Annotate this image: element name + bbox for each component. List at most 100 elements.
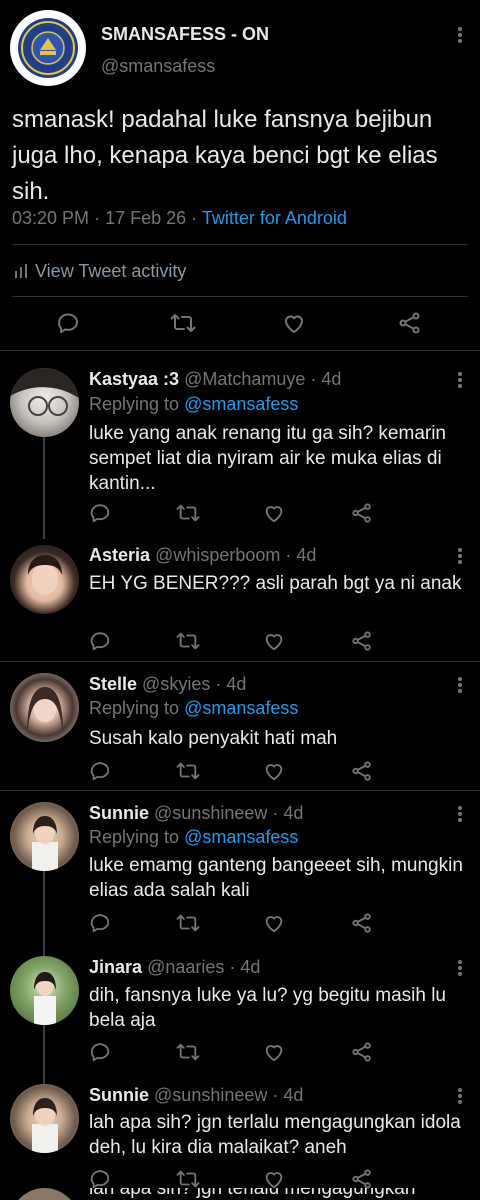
reply-icon[interactable] (89, 630, 111, 652)
reply-age: · 4d (272, 803, 304, 823)
reply-header: Kastyaa :3 @Matchamuye · 4d (89, 369, 341, 390)
avatar[interactable] (10, 545, 79, 614)
tweet-time: 03:20 PM (12, 208, 90, 228)
main-tweet-text: smanask! padahal luke fansnya bejibun ju… (12, 106, 438, 205)
retweet-icon[interactable] (176, 630, 200, 652)
avatar-photo (32, 816, 58, 871)
reply-header: Asteria @whisperboom · 4d (89, 545, 316, 566)
reply-text: Susah kalo penyakit hati mah (89, 728, 338, 749)
avatar[interactable] (10, 802, 79, 871)
retweet-icon[interactable] (170, 311, 196, 335)
more-icon[interactable] (452, 546, 468, 566)
avatar[interactable] (10, 673, 79, 742)
replying-to: Replying to @smansafess (89, 394, 298, 415)
cutoff-text: lah apa sih? jgn terlalu mengagungkan (89, 1188, 416, 1199)
reply-age: · 4d (215, 674, 247, 694)
retweet-icon[interactable] (176, 760, 200, 782)
like-icon[interactable] (263, 1041, 285, 1063)
reply-handle[interactable]: @whisperboom (155, 545, 280, 565)
replying-to: Replying to @smansafess (89, 698, 298, 719)
reply-name[interactable]: Kastyaa :3 (89, 369, 179, 389)
divider (12, 296, 468, 297)
more-icon[interactable] (452, 370, 468, 390)
retweet-icon[interactable] (176, 912, 200, 934)
reply-handle[interactable]: @sunshineew (154, 803, 267, 823)
reply-icon[interactable] (89, 502, 111, 524)
more-icon[interactable] (452, 958, 468, 978)
tweet-source-link[interactable]: Twitter for Android (202, 208, 347, 228)
thread-line (43, 437, 45, 539)
share-icon[interactable] (351, 912, 373, 934)
more-icon[interactable] (452, 675, 468, 695)
more-icon[interactable] (452, 804, 468, 824)
reply-name[interactable]: Sunnie (89, 1085, 149, 1105)
reply-header: Jinara @naaries · 4d (89, 957, 260, 978)
share-icon[interactable] (351, 502, 373, 524)
like-icon[interactable] (263, 912, 285, 934)
more-icon[interactable] (452, 25, 468, 45)
reply-text: luke yang anak renang itu ga sih? kemari… (89, 423, 447, 494)
reply-handle[interactable]: @skyies (142, 674, 210, 694)
reply-name[interactable]: Sunnie (89, 803, 149, 823)
reply-handle[interactable]: @naaries (147, 957, 224, 977)
retweet-icon[interactable] (176, 1041, 200, 1063)
main-handle[interactable]: @smansafess (101, 56, 215, 77)
reply-age: · 4d (285, 545, 317, 565)
activity-icon (15, 264, 27, 278)
reply-icon[interactable] (56, 311, 80, 335)
tweet-meta: 03:20 PM · 17 Feb 26 · Twitter for Andro… (12, 208, 347, 228)
replying-to-handle[interactable]: @smansafess (184, 698, 298, 718)
main-avatar[interactable] (10, 10, 86, 86)
main-display-name[interactable]: SMANSAFESS - ON (101, 24, 269, 45)
retweet-icon[interactable] (176, 502, 200, 524)
reply-header: Sunnie @sunshineew · 4d (89, 1085, 303, 1106)
replying-to-handle[interactable]: @smansafess (184, 394, 298, 414)
reply-text: EH YG BENER??? asli parah bgt ya ni anak (89, 573, 462, 594)
like-icon[interactable] (282, 311, 306, 335)
tweet-date: 17 Feb 26 (105, 208, 187, 228)
share-icon[interactable] (351, 630, 373, 652)
divider (0, 661, 480, 662)
view-activity-label: View Tweet activity (35, 260, 187, 281)
thread-line (43, 1025, 45, 1085)
reply-name[interactable]: Jinara (89, 957, 142, 977)
share-icon[interactable] (398, 311, 422, 335)
reply-icon[interactable] (89, 1168, 111, 1190)
share-icon[interactable] (351, 760, 373, 782)
like-icon[interactable] (263, 630, 285, 652)
reply-handle[interactable]: @Matchamuye (184, 369, 305, 389)
view-activity-button[interactable]: View Tweet activity (14, 260, 186, 282)
reply-icon[interactable] (89, 1041, 111, 1063)
reply-handle[interactable]: @sunshineew (154, 1085, 267, 1105)
reply-header: Stelle @skyies · 4d (89, 674, 246, 695)
reply-icon[interactable] (89, 760, 111, 782)
share-icon[interactable] (351, 1168, 373, 1190)
like-icon[interactable] (263, 502, 285, 524)
reply-text: lah apa sih? jgn terlalu mengagungkan id… (89, 1112, 461, 1158)
reply-text: dih, fansnya luke ya lu? yg begitu masih… (89, 985, 446, 1031)
reply-age: · 4d (272, 1085, 304, 1105)
retweet-icon[interactable] (176, 1168, 200, 1190)
replying-to-label: Replying to (89, 827, 180, 847)
avatar-photo (32, 1098, 58, 1153)
divider (0, 350, 480, 351)
cutoff-reply-preview: lah apa sih? jgn terlalu mengagungkan (0, 1188, 480, 1200)
replying-to-label: Replying to (89, 698, 180, 718)
more-icon[interactable] (452, 1086, 468, 1106)
reply-icon[interactable] (89, 912, 111, 934)
reply-age: · 4d (229, 957, 261, 977)
avatar[interactable] (10, 956, 79, 1025)
avatar[interactable] (10, 368, 79, 437)
like-icon[interactable] (263, 760, 285, 782)
replying-to: Replying to @smansafess (89, 827, 298, 848)
like-icon[interactable] (263, 1168, 285, 1190)
avatar-photo (27, 687, 63, 733)
divider (0, 790, 480, 791)
reply-age: · 4d (310, 369, 342, 389)
replying-to-handle[interactable]: @smansafess (184, 827, 298, 847)
share-icon[interactable] (351, 1041, 373, 1063)
thread-line (43, 871, 45, 957)
reply-name[interactable]: Stelle (89, 674, 137, 694)
reply-name[interactable]: Asteria (89, 545, 150, 565)
avatar[interactable] (10, 1084, 79, 1153)
